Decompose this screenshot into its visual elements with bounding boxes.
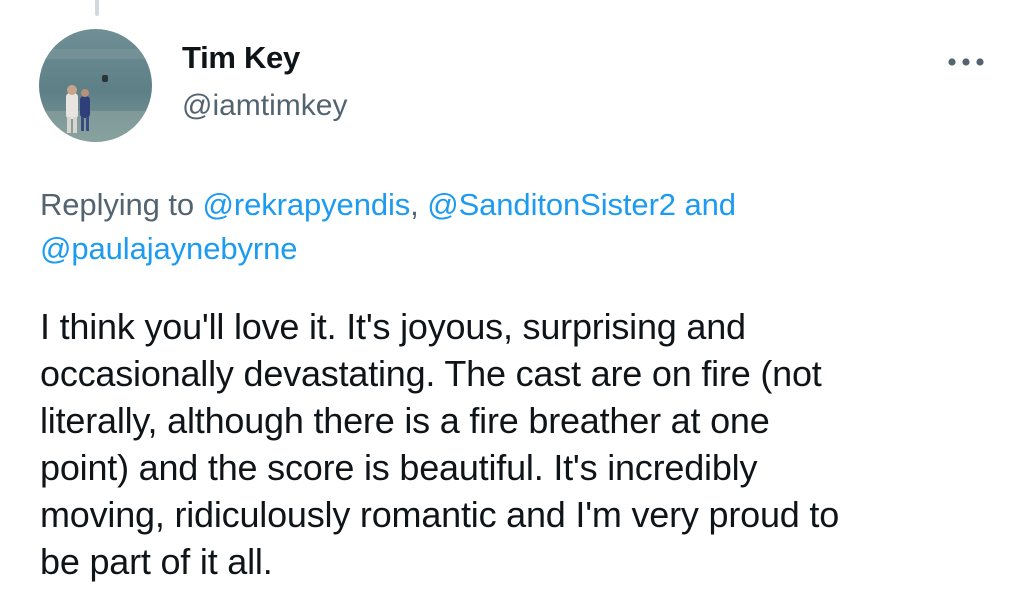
avatar-photo — [39, 29, 152, 142]
reply-context: Replying to @rekrapyendis, @SanditonSist… — [40, 183, 940, 271]
mention-paulajaynebyrne[interactable]: @paulajaynebyrne — [40, 231, 297, 266]
more-horizontal-icon — [948, 58, 984, 66]
mention-rekrapyendis[interactable]: @rekrapyendis — [203, 187, 411, 222]
reply-prefix: Replying to — [40, 187, 203, 222]
thread-connector-line — [95, 0, 99, 16]
author-handle[interactable]: @iamtimkey — [182, 89, 347, 123]
mention-conjunction: and — [675, 187, 736, 222]
tweet-text: I think you'll love it. It's joyous, sur… — [40, 306, 840, 582]
more-options-button[interactable] — [940, 46, 992, 78]
mention-sanditonsister2[interactable]: @SanditonSister2 — [427, 187, 676, 222]
mention-separator: , — [410, 187, 428, 222]
author-display-name[interactable]: Tim Key — [182, 40, 300, 76]
avatar[interactable] — [39, 29, 152, 142]
